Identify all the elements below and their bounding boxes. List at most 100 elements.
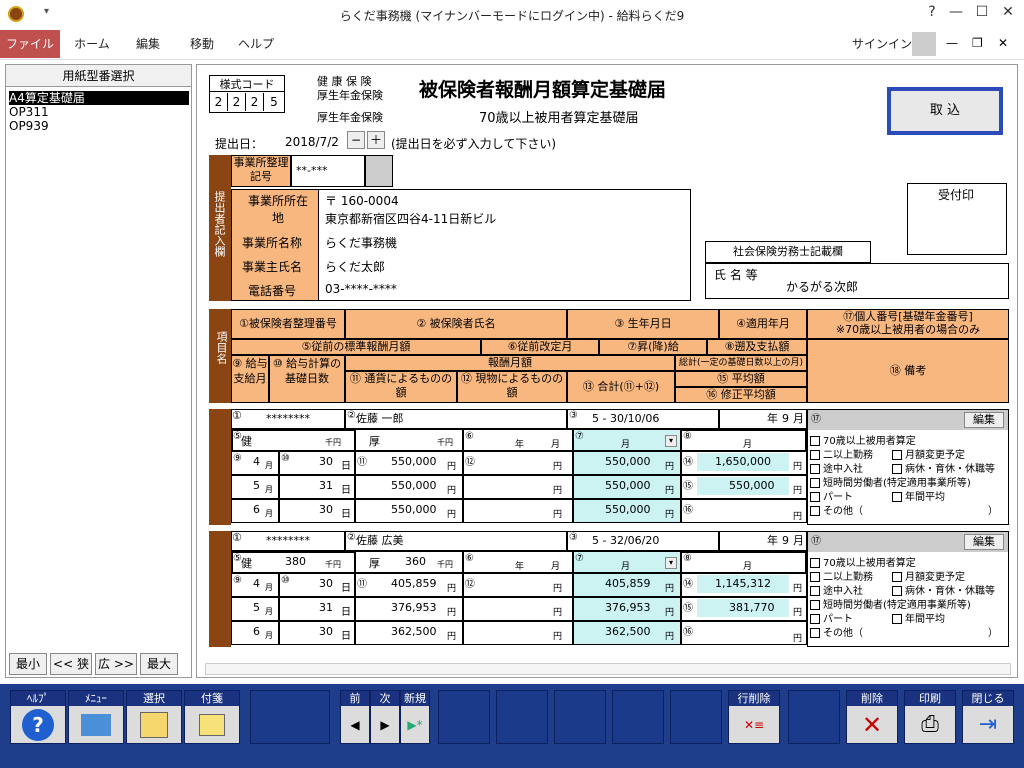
office-code-value[interactable]: **-*** xyxy=(291,155,365,187)
restore-icon[interactable]: ❐ xyxy=(972,36,983,50)
insured-number[interactable]: ******** xyxy=(231,409,345,429)
base-days-value[interactable]: 30 xyxy=(319,455,333,468)
narrow-button[interactable]: << 狭 xyxy=(50,653,92,675)
checkbox-icon[interactable] xyxy=(892,586,902,596)
base-days-value[interactable]: 30 xyxy=(319,577,333,590)
insured-name[interactable]: 佐藤 広美 xyxy=(345,531,567,551)
currency-amount-value[interactable]: 550,000 xyxy=(391,503,437,516)
maximize-button[interactable]: ☐ xyxy=(970,4,994,24)
remark-checkbox[interactable]: 二以上勤務 xyxy=(810,446,873,461)
remark-checkbox[interactable]: 70歳以上被用者算定 xyxy=(810,554,916,569)
tab-edit[interactable]: 編集 xyxy=(126,30,170,58)
remark-checkbox[interactable]: 年間平均 xyxy=(892,610,945,625)
birth-date[interactable]: 5 - 32/06/20 xyxy=(567,531,719,551)
remark-checkbox[interactable]: 月額変更予定 xyxy=(892,446,965,461)
sidebar-item-op311[interactable]: OP311 xyxy=(9,105,189,119)
currency-amount-value[interactable]: 550,000 xyxy=(391,455,437,468)
remark-checkbox[interactable]: その他（ xyxy=(810,624,863,639)
min-width-button[interactable]: 最小 xyxy=(9,653,47,675)
sr-name-value[interactable]: かるがる次郎 xyxy=(786,278,858,295)
checkbox-icon[interactable] xyxy=(810,600,820,610)
corrected-avg-box[interactable] xyxy=(681,499,807,523)
checkbox-icon[interactable] xyxy=(810,614,820,624)
widen-button[interactable]: 広 >> xyxy=(95,653,137,675)
checkbox-icon[interactable] xyxy=(892,572,902,582)
checkbox-icon[interactable] xyxy=(810,586,820,596)
address-value[interactable]: 東京都新宿区四谷4-11日新ビル xyxy=(325,210,496,227)
sidebar-item-a4[interactable]: A4算定基礎届 xyxy=(9,91,189,105)
ribbon-close-icon[interactable]: ✕ xyxy=(998,36,1008,50)
owner-value[interactable]: らくだ太郎 xyxy=(325,258,385,275)
pay-month-value[interactable]: 4 xyxy=(253,577,260,590)
sidebar-item-op939[interactable]: OP939 xyxy=(9,119,189,133)
checkbox-icon[interactable] xyxy=(810,506,820,516)
edit-button[interactable]: 編集 xyxy=(964,534,1004,550)
remark-checkbox[interactable]: 二以上勤務 xyxy=(810,568,873,583)
delete-row-button[interactable]: 行削除 ✕≡ xyxy=(728,690,780,744)
tab-file[interactable]: ファイル xyxy=(0,30,60,58)
insured-number[interactable]: ******** xyxy=(231,531,345,551)
remark-checkbox[interactable]: その他（ xyxy=(810,502,863,517)
pay-month-value[interactable]: 5 xyxy=(253,479,260,492)
prev-button[interactable]: 前 ◀ xyxy=(340,690,370,744)
help-button[interactable]: ﾍﾙﾌﾟ? xyxy=(10,690,66,744)
base-days-value[interactable]: 30 xyxy=(319,625,333,638)
prev-kenpo-value[interactable]: 380 xyxy=(285,555,306,568)
tab-help[interactable]: ヘルプ xyxy=(232,30,280,58)
currency-amount-value[interactable]: 550,000 xyxy=(391,479,437,492)
remark-checkbox[interactable]: パート xyxy=(810,488,853,503)
remark-checkbox[interactable]: 病休・育休・休職等 xyxy=(892,582,995,597)
delete-button[interactable]: 削除 ✕ xyxy=(846,690,898,744)
avatar[interactable] xyxy=(912,32,936,56)
remark-checkbox[interactable]: 短時間労働者(特定適用事業所等) xyxy=(810,596,971,611)
minimize-button[interactable]: — xyxy=(944,4,968,24)
corrected-avg-box[interactable] xyxy=(681,621,807,645)
menu-button[interactable]: ﾒﾆｭｰ xyxy=(68,690,124,744)
max-width-button[interactable]: 最大 xyxy=(140,653,178,675)
tab-move[interactable]: 移動 xyxy=(180,30,224,58)
date-minus-button[interactable]: − xyxy=(347,131,365,149)
checkbox-icon[interactable] xyxy=(810,572,820,582)
prev-kosei-value[interactable]: 360 xyxy=(405,555,426,568)
pay-month-value[interactable]: 5 xyxy=(253,601,260,614)
base-days-value[interactable]: 30 xyxy=(319,503,333,516)
remark-checkbox[interactable]: 年間平均 xyxy=(892,488,945,503)
checkbox-icon[interactable] xyxy=(892,614,902,624)
checkbox-icon[interactable] xyxy=(810,558,820,568)
currency-amount-value[interactable]: 362,500 xyxy=(391,625,437,638)
checkbox-icon[interactable] xyxy=(892,450,902,460)
remark-checkbox[interactable]: 途中入社 xyxy=(810,582,863,597)
checkbox-icon[interactable] xyxy=(810,478,820,488)
print-button[interactable]: 印刷 ⎙ xyxy=(904,690,956,744)
remark-checkbox[interactable]: パート xyxy=(810,610,853,625)
checkbox-icon[interactable] xyxy=(810,628,820,638)
currency-amount-value[interactable]: 405,859 xyxy=(391,577,437,590)
office-name-value[interactable]: らくだ事務機 xyxy=(325,234,397,251)
signin-link[interactable]: サインイン xyxy=(852,30,912,58)
close-button[interactable]: 閉じる ⇥ xyxy=(962,690,1014,744)
remark-checkbox[interactable]: 70歳以上被用者算定 xyxy=(810,432,916,447)
tag-button[interactable]: 付箋 xyxy=(184,690,240,744)
new-button[interactable]: 新規 ▶* xyxy=(400,690,430,744)
next-button[interactable]: 次 ▶ xyxy=(370,690,400,744)
pay-month-value[interactable]: 6 xyxy=(253,625,260,638)
currency-amount-value[interactable]: 376,953 xyxy=(391,601,437,614)
date-plus-button[interactable]: ＋ xyxy=(367,131,385,149)
tab-home[interactable]: ホーム xyxy=(68,30,116,58)
insured-name[interactable]: 佐藤 一郎 xyxy=(345,409,567,429)
checkbox-icon[interactable] xyxy=(892,492,902,502)
select-button[interactable]: 選択 xyxy=(126,690,182,744)
checkbox-icon[interactable] xyxy=(810,492,820,502)
raise-dropdown-icon[interactable]: ▾ xyxy=(665,435,677,447)
phone-value[interactable]: 03-****-**** xyxy=(325,282,397,296)
submit-date-value[interactable]: 2018/7/2 xyxy=(285,135,339,149)
remark-checkbox[interactable]: 短時間労働者(特定適用事業所等) xyxy=(810,474,971,489)
remark-checkbox[interactable]: 途中入社 xyxy=(810,460,863,475)
checkbox-icon[interactable] xyxy=(892,464,902,474)
checkbox-icon[interactable] xyxy=(810,436,820,446)
ribbon-minimize-icon[interactable]: — xyxy=(946,36,958,50)
base-days-value[interactable]: 31 xyxy=(319,601,333,614)
close-window-button[interactable]: ✕ xyxy=(996,4,1020,24)
checkbox-icon[interactable] xyxy=(810,464,820,474)
birth-date[interactable]: 5 - 30/10/06 xyxy=(567,409,719,429)
